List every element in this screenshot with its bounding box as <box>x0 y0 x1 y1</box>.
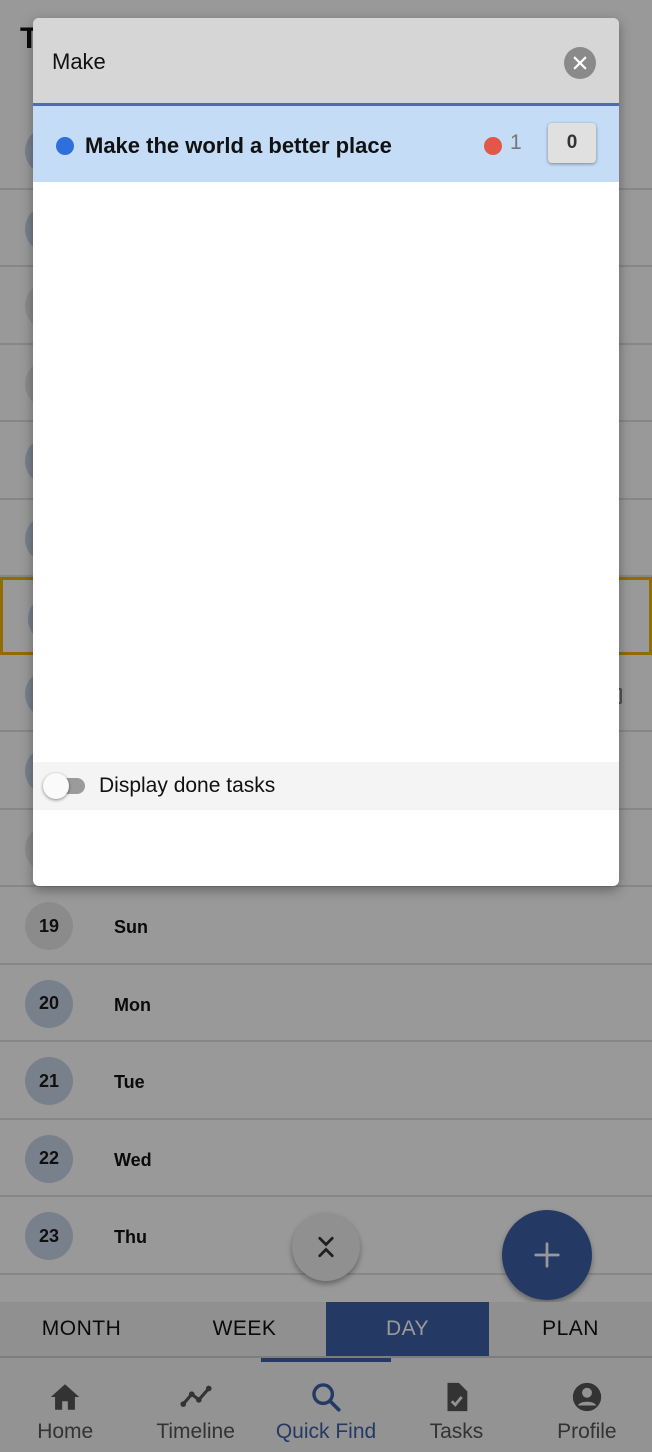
close-icon <box>573 56 587 70</box>
search-input[interactable] <box>52 42 532 82</box>
clear-search-button[interactable] <box>564 47 596 79</box>
result-title: Make the world a better place <box>85 133 392 158</box>
task-count-button[interactable]: 0 <box>548 123 596 163</box>
display-done-label: Display done tasks <box>99 774 276 797</box>
display-done-toggle-knob[interactable] <box>43 773 69 799</box>
display-done-toggle-row[interactable]: Display done tasks <box>33 762 619 810</box>
task-color-dot <box>56 137 74 155</box>
search-results: Make the world a better place 1 0 <box>33 106 619 182</box>
quick-find-dialog: Make the world a better place 1 0 Display … <box>33 18 619 886</box>
priority-count: 1 <box>510 131 522 154</box>
priority-dot <box>484 137 502 155</box>
search-result-item[interactable]: Make the world a better place 1 0 <box>33 106 619 182</box>
search-bar <box>33 18 619 106</box>
